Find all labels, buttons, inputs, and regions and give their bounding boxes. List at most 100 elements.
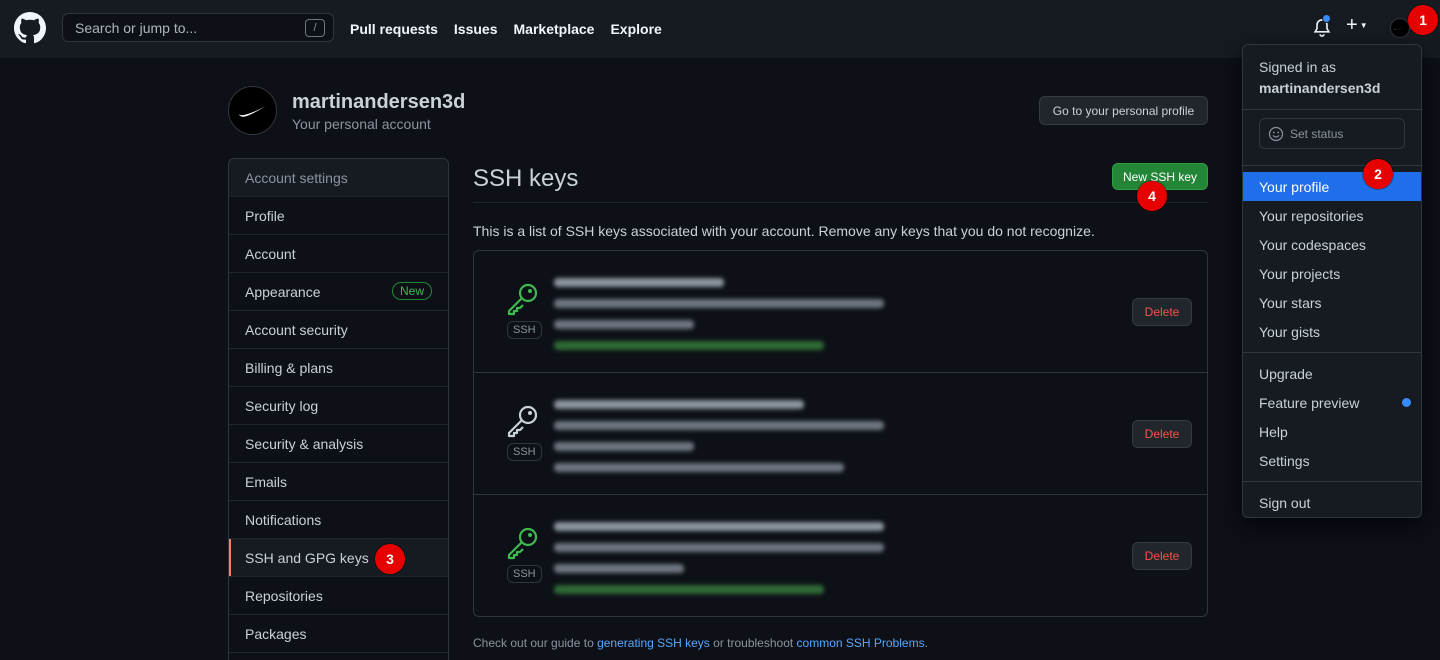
notification-dot [1322,14,1331,23]
common-ssh-problems-link[interactable]: common SSH Problems [797,636,925,650]
user-avatar-button[interactable] [1390,18,1410,38]
github-logo-icon[interactable] [14,12,46,44]
sidebar-item-packages[interactable]: Packages [229,615,448,653]
redacted-key-last-used [554,341,824,350]
annotation-badge-1: 1 [1408,5,1438,35]
nav-pull-requests[interactable]: Pull requests [350,21,438,37]
status-wrap: Set status [1243,110,1421,166]
top-nav: Pull requests Issues Marketplace Explore [350,0,662,58]
redacted-key-added [554,564,684,573]
set-status-label: Set status [1290,126,1344,141]
sidebar-item-label: Appearance [245,283,321,300]
menu-your-codespaces[interactable]: Your codespaces [1243,230,1421,259]
search-input[interactable] [75,19,295,36]
plus-icon: + [1346,14,1358,36]
delete-key-button[interactable]: Delete [1132,542,1192,570]
sidebar-item-label: SSH and GPG keys [245,549,369,566]
menu-your-profile[interactable]: Your profile [1243,172,1421,201]
menu-your-stars[interactable]: Your stars [1243,288,1421,317]
redacted-key-last-used [554,585,824,594]
dropdown-group-misc: Upgrade Feature preview Help Settings [1243,353,1421,482]
sidebar-item-ssh-gpg-keys[interactable]: SSH and GPG keys [229,539,448,577]
ssh-keys-list: SSH Delete SSH Delete SSH Delete [473,250,1208,617]
ssh-key-row: SSH Delete [474,251,1207,373]
menu-your-gists[interactable]: Your gists [1243,317,1421,346]
chevron-down-icon: ▼ [1359,21,1368,31]
annotation-badge-3: 3 [375,544,405,574]
sidebar-item-repositories[interactable]: Repositories [229,577,448,615]
set-status-button[interactable]: Set status [1259,118,1405,149]
top-header: / Pull requests Issues Marketplace Explo… [0,0,1440,58]
redacted-key-added [554,442,694,451]
sidebar-item-label: Billing & plans [245,359,333,376]
generating-ssh-keys-link[interactable]: generating SSH keys [597,636,710,650]
signed-in-label: Signed in as [1259,59,1337,75]
title-divider [473,202,1208,203]
menu-your-repositories[interactable]: Your repositories [1243,201,1421,230]
ssh-keys-description: This is a list of SSH keys associated wi… [473,223,1095,239]
sidebar-item-label: Emails [245,473,288,490]
swoosh-logo-icon [1393,26,1406,30]
menu-your-projects[interactable]: Your projects [1243,259,1421,288]
redacted-key-fingerprint [554,421,884,430]
annotation-badge-2: 2 [1363,159,1393,189]
sidebar-item-profile[interactable]: Profile [229,197,448,235]
menu-help[interactable]: Help [1243,417,1421,446]
slash-shortcut-hint: / [305,19,325,37]
sidebar-item-security-log[interactable]: Security log [229,387,448,425]
redacted-key-fingerprint [554,543,884,552]
sidebar-item-label: Account [245,245,296,262]
nav-marketplace[interactable]: Marketplace [514,21,595,37]
sidebar-item-security-analysis[interactable]: Security & analysis [229,425,448,463]
sidebar-item-label: Notifications [245,511,322,528]
annotation-badge-4: 4 [1137,181,1167,211]
signed-in-username: martinandersen3d [1259,80,1381,96]
redacted-key-title [554,400,804,409]
ssh-tag: SSH [507,565,542,583]
create-new-menu[interactable]: + ▼ [1346,14,1368,37]
sidebar-item-account[interactable]: Account [229,235,448,273]
menu-item-label: Feature preview [1259,394,1360,411]
menu-feature-preview[interactable]: Feature preview [1243,388,1421,417]
dropdown-group-profile: Your profile Your repositories Your code… [1243,166,1421,353]
profile-username: martinandersen3d [292,91,466,113]
nav-explore[interactable]: Explore [610,21,661,37]
new-badge: New [391,282,432,300]
search-box[interactable]: / [62,13,334,42]
sidebar-item-label: Security log [245,397,319,414]
redacted-key-added [554,320,694,329]
sidebar-item-label: Profile [245,207,285,224]
profile-subtitle: Your personal account [292,116,431,132]
menu-settings[interactable]: Settings [1243,446,1421,475]
sidebar-item-billing[interactable]: Billing & plans [229,349,448,387]
nav-issues[interactable]: Issues [454,21,498,37]
sidebar-heading: Account settings [229,159,448,197]
ssh-key-row: SSH Delete [474,373,1207,495]
delete-key-button[interactable]: Delete [1132,420,1192,448]
sidebar-item-notifications[interactable]: Notifications [229,501,448,539]
sidebar-item-account-security[interactable]: Account security [229,311,448,349]
key-icon [507,405,538,438]
redacted-key-title [554,278,724,287]
sidebar-item-label: Account security [245,321,348,338]
key-icon [507,283,538,316]
menu-sign-out[interactable]: Sign out [1243,488,1421,517]
redacted-key-title [554,522,884,531]
sidebar-item-label: Packages [245,625,307,642]
key-icon [507,527,538,560]
help-text: . [924,636,928,650]
menu-upgrade[interactable]: Upgrade [1243,359,1421,388]
ssh-tag: SSH [507,443,542,461]
help-text: Check out our guide to [473,636,598,650]
go-to-profile-button[interactable]: Go to your personal profile [1039,96,1208,125]
dropdown-group-signout: Sign out [1243,482,1421,523]
redacted-key-fingerprint [554,299,884,308]
sidebar-item-label: Repositories [245,587,323,604]
settings-sidebar: Account settings Profile Account Appeara… [228,158,449,660]
sidebar-item-appearance[interactable]: Appearance New [229,273,448,311]
profile-avatar [228,86,277,135]
ssh-help-note: Check out our guide to generating SSH ke… [473,636,928,650]
sidebar-item-emails[interactable]: Emails [229,463,448,501]
swoosh-logo-icon [238,106,266,117]
delete-key-button[interactable]: Delete [1132,298,1192,326]
